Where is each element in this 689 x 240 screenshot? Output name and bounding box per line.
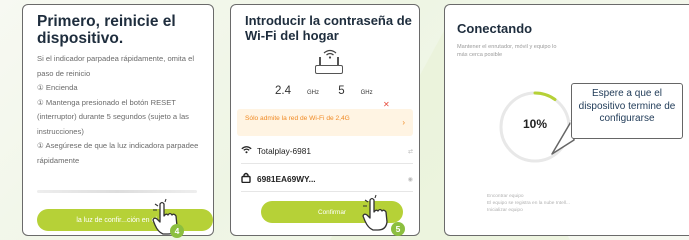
page-title: Primero, reinicie el dispositivo. xyxy=(37,13,176,47)
step-item: Inicializar equipo xyxy=(487,208,523,213)
instruction-item: ① Encienda xyxy=(37,83,78,92)
step-item: Encontrar equipo xyxy=(487,194,524,199)
divider xyxy=(241,163,413,164)
band-options: 2.4 GHz 5 GHz xyxy=(275,85,395,97)
password-value: 6981EA69WY... xyxy=(257,174,316,184)
password-field[interactable]: 6981EA69WY... ◉ xyxy=(241,169,413,189)
warning-banner: Sólo admite la red de Wi-Fi de 2,4G › xyxy=(237,109,413,136)
divider xyxy=(241,191,413,192)
lock-icon xyxy=(241,172,257,186)
swap-icon[interactable]: ⇄ xyxy=(408,148,413,155)
unsupported-x-icon: ✕ xyxy=(383,100,390,109)
band-5ghz: 5 GHz xyxy=(338,85,373,97)
chevron-right-icon: › xyxy=(402,118,405,127)
page-subtitle: Mantener el enrutador, móvil y equipo lo… xyxy=(457,44,557,58)
instruction-item: ① Asegúrese de que la luz indicadora par… xyxy=(37,141,199,165)
wifi-network-row[interactable]: Totalplay-6981 ⇄ xyxy=(241,141,413,161)
step-badge: 5 xyxy=(391,222,405,236)
callout-bubble: Espere a que el dispositivo termine de c… xyxy=(571,83,683,139)
instruction-item: ① Mantenga presionado el botón RESET (in… xyxy=(37,97,189,136)
band-24ghz: 2.4 GHz xyxy=(275,85,319,97)
network-name: Totalplay-6981 xyxy=(257,146,311,156)
connection-steps: Encontrar equipo El equipo se registra e… xyxy=(487,193,607,214)
page-title: Conectando xyxy=(457,21,533,36)
wifi-signal-icon xyxy=(323,49,337,61)
router-icon xyxy=(311,49,347,75)
warning-text: Sólo admite la red de Wi-Fi de 2,4G xyxy=(245,115,350,122)
instructions-list: Si el indicador parpadea rápidamente, om… xyxy=(37,52,203,168)
divider xyxy=(37,190,197,193)
wifi-icon xyxy=(241,145,257,157)
eye-icon[interactable]: ◉ xyxy=(408,176,413,183)
step-item: El equipo se registra en la nube Intell.… xyxy=(487,201,570,206)
instruction-item: Si el indicador parpadea rápidamente, om… xyxy=(37,54,195,78)
step-badge: 4 xyxy=(170,224,184,238)
page-title: Introducir la contraseña de Wi-Fi del ho… xyxy=(245,13,412,43)
